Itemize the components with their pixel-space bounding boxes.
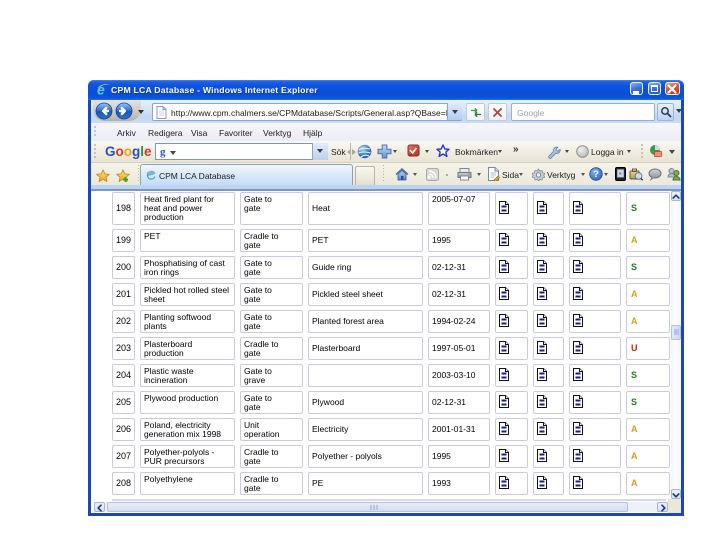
svg-text:?: ? (593, 169, 599, 180)
svg-text:e: e (97, 82, 105, 97)
